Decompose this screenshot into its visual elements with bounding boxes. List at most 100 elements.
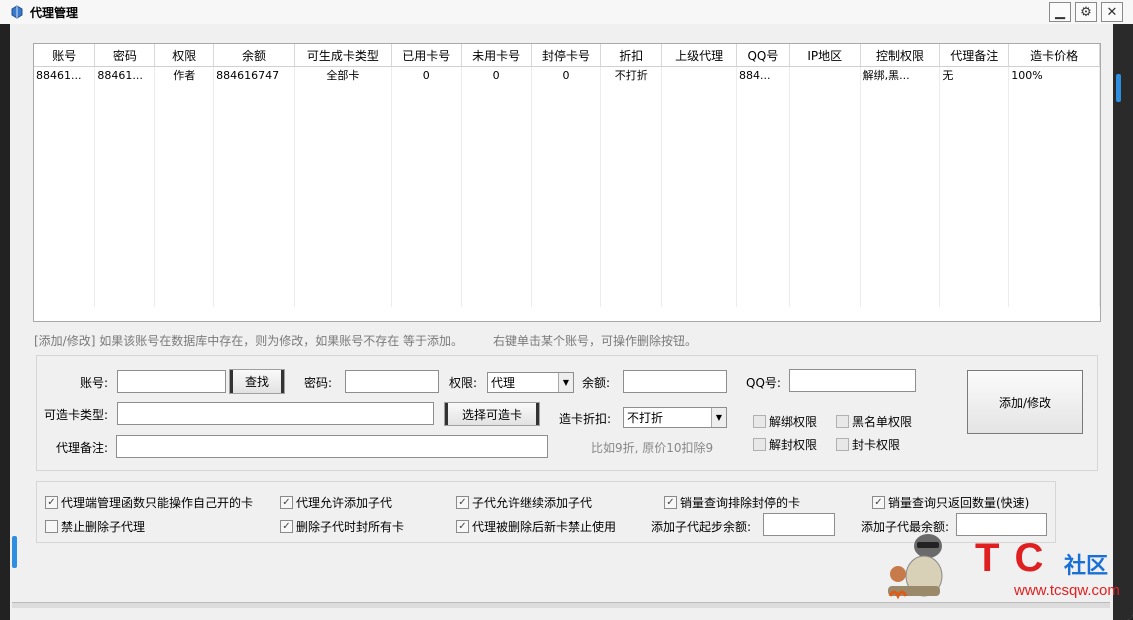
remark-input[interactable] bbox=[116, 435, 548, 458]
window-title: 代理管理 bbox=[30, 6, 79, 20]
column-header[interactable]: 已用卡号 bbox=[391, 44, 462, 67]
brand-logo: T C bbox=[975, 536, 1045, 581]
column-header[interactable]: 权限 bbox=[154, 44, 215, 67]
option-self-cards-only[interactable]: ✓ 代理端管理函数只能操作自己开的卡 bbox=[45, 494, 253, 511]
option-sub-agents-nested[interactable]: ✓ 子代允许继续添加子代 bbox=[456, 494, 592, 511]
max-balance-input[interactable] bbox=[956, 513, 1047, 536]
table-cell: 无 bbox=[939, 66, 1010, 83]
perm-unbind-label: 解绑权限 bbox=[769, 415, 818, 429]
brand-site: www.tcsqw.com bbox=[1014, 582, 1120, 599]
checkbox-icon: ✓ bbox=[456, 496, 469, 509]
brand-community: 社区 bbox=[1064, 554, 1109, 579]
option-disable-new-cards[interactable]: ✓ 代理被删除后新卡禁止使用 bbox=[456, 518, 616, 535]
table-cell: 作者 bbox=[154, 66, 215, 83]
perm-unban-checkbox[interactable]: 解封权限 bbox=[753, 436, 817, 453]
select-card-button-label: 选择可造卡 bbox=[461, 407, 522, 422]
table-cell bbox=[789, 66, 861, 83]
column-header[interactable]: 可生成卡类型 bbox=[294, 44, 392, 67]
column-header[interactable]: 未用卡号 bbox=[461, 44, 532, 67]
status-strip bbox=[12, 602, 1110, 608]
close-icon: ✕ bbox=[1106, 4, 1118, 20]
window-border-right bbox=[1113, 24, 1133, 620]
add-modify-button[interactable]: 添加/修改 bbox=[967, 370, 1083, 434]
chevron-down-icon: ▼ bbox=[558, 373, 573, 392]
mascot-icon bbox=[888, 534, 943, 600]
permission-label: 权限: bbox=[449, 376, 478, 390]
checkbox-icon bbox=[45, 520, 58, 533]
option-sales-count-only[interactable]: ✓ 销量查询只返回数量(快速) bbox=[872, 494, 1029, 511]
balance-label: 余额: bbox=[582, 376, 611, 390]
option-label: 禁止删除子代理 bbox=[61, 520, 146, 534]
column-header[interactable]: 造卡价格 bbox=[1008, 44, 1100, 67]
column-header[interactable]: 余额 bbox=[213, 44, 295, 67]
option-sales-exclude-banned[interactable]: ✓ 销量查询排除封停的卡 bbox=[664, 494, 800, 511]
title-bar: 代理管理 ▁ ⚙ ✕ bbox=[0, 0, 1133, 24]
card-type-label: 可造卡类型: bbox=[44, 408, 109, 422]
side-accent bbox=[1116, 74, 1121, 102]
discount-value: 不打折 bbox=[627, 411, 664, 425]
close-button[interactable]: ✕ bbox=[1101, 2, 1123, 22]
gear-icon: ⚙ bbox=[1080, 4, 1092, 20]
agent-table[interactable]: 账号 密码 权限 余额 可生成卡类型 已用卡号 未用卡号 封停卡号 折扣 上级代理 QQ号 IP地区控… bbox=[33, 43, 1101, 322]
permission-value: 代理 bbox=[491, 376, 516, 390]
checkbox-icon bbox=[836, 415, 849, 428]
min-balance-label: 添加子代起步余额: bbox=[651, 520, 752, 534]
column-header[interactable]: 封停卡号 bbox=[531, 44, 602, 67]
permission-select[interactable]: 代理 ▼ bbox=[487, 372, 574, 393]
qq-label: QQ号: bbox=[746, 376, 781, 390]
add-modify-hint: [添加/修改] 如果该账号在数据库中存在，则为修改，如果账号不存在 等于添加。 bbox=[34, 334, 464, 348]
option-allow-sub-agents[interactable]: ✓ 代理允许添加子代 bbox=[280, 494, 392, 511]
checkbox-icon: ✓ bbox=[45, 496, 58, 509]
perm-ban-card-checkbox[interactable]: 封卡权限 bbox=[836, 436, 900, 453]
table-cell: 全部卡 bbox=[294, 66, 392, 83]
find-button[interactable]: 查找 bbox=[229, 369, 285, 394]
account-input[interactable] bbox=[117, 370, 226, 393]
perm-unbind-checkbox[interactable]: 解绑权限 bbox=[753, 413, 817, 430]
table-cell: 0 bbox=[391, 66, 462, 83]
app-icon bbox=[11, 5, 23, 19]
side-accent-left bbox=[12, 536, 17, 568]
option-label: 代理端管理函数只能操作自己开的卡 bbox=[61, 496, 254, 510]
password-input[interactable] bbox=[345, 370, 439, 393]
table-row[interactable]: 88461... 88461... 作者 884616747 全部卡 0 0 0 不打折 884.… bbox=[34, 66, 1100, 83]
column-header[interactable]: 代理备注 bbox=[939, 44, 1010, 67]
chevron-down-icon: ▼ bbox=[711, 408, 726, 427]
column-header[interactable]: 上级代理 bbox=[661, 44, 737, 67]
password-label: 密码: bbox=[304, 376, 333, 390]
mascot-watermark bbox=[884, 526, 944, 604]
column-header[interactable]: QQ号 bbox=[736, 44, 790, 67]
table-cell: 0 bbox=[531, 66, 602, 83]
discount-hint: 比如9折, 原价10扣除9 bbox=[591, 441, 714, 455]
checkbox-icon: ✓ bbox=[664, 496, 677, 509]
column-header[interactable]: 控制权限 bbox=[860, 44, 941, 67]
option-ban-cards-on-delete[interactable]: ✓ 删除子代时封所有卡 bbox=[280, 518, 404, 535]
option-label: 删除子代时封所有卡 bbox=[296, 520, 405, 534]
window-border-left bbox=[0, 24, 10, 620]
brand-logo-text: T C bbox=[975, 536, 1046, 580]
checkbox-icon: ✓ bbox=[456, 520, 469, 533]
option-label: 销量查询只返回数量(快速) bbox=[888, 496, 1030, 510]
column-header[interactable]: 账号 bbox=[34, 44, 96, 67]
option-forbid-delete-sub[interactable]: 禁止删除子代理 bbox=[45, 518, 145, 535]
column-header[interactable]: IP地区 bbox=[789, 44, 861, 67]
settings-button[interactable]: ⚙ bbox=[1075, 2, 1097, 22]
option-label: 代理允许添加子代 bbox=[296, 496, 393, 510]
balance-input[interactable] bbox=[623, 370, 727, 393]
perm-blacklist-checkbox[interactable]: 黑名单权限 bbox=[836, 413, 912, 430]
select-card-button[interactable]: 选择可造卡 bbox=[444, 402, 540, 426]
checkbox-icon: ✓ bbox=[280, 496, 293, 509]
account-label: 账号: bbox=[80, 376, 109, 390]
checkbox-icon: ✓ bbox=[872, 496, 885, 509]
qq-input[interactable] bbox=[789, 369, 916, 392]
column-header[interactable]: 折扣 bbox=[600, 44, 663, 67]
min-balance-input[interactable] bbox=[763, 513, 835, 536]
perm-ban-card-label: 封卡权限 bbox=[852, 438, 901, 452]
minimize-button[interactable]: ▁ bbox=[1049, 2, 1071, 22]
card-type-input[interactable] bbox=[117, 402, 434, 425]
discount-select[interactable]: 不打折 ▼ bbox=[623, 407, 727, 428]
column-header[interactable]: 密码 bbox=[94, 44, 156, 67]
table-cell: 0 bbox=[461, 66, 532, 83]
checkbox-icon bbox=[753, 438, 766, 451]
table-cell: 解绑,黑... bbox=[860, 66, 941, 83]
perm-blacklist-label: 黑名单权限 bbox=[852, 415, 913, 429]
